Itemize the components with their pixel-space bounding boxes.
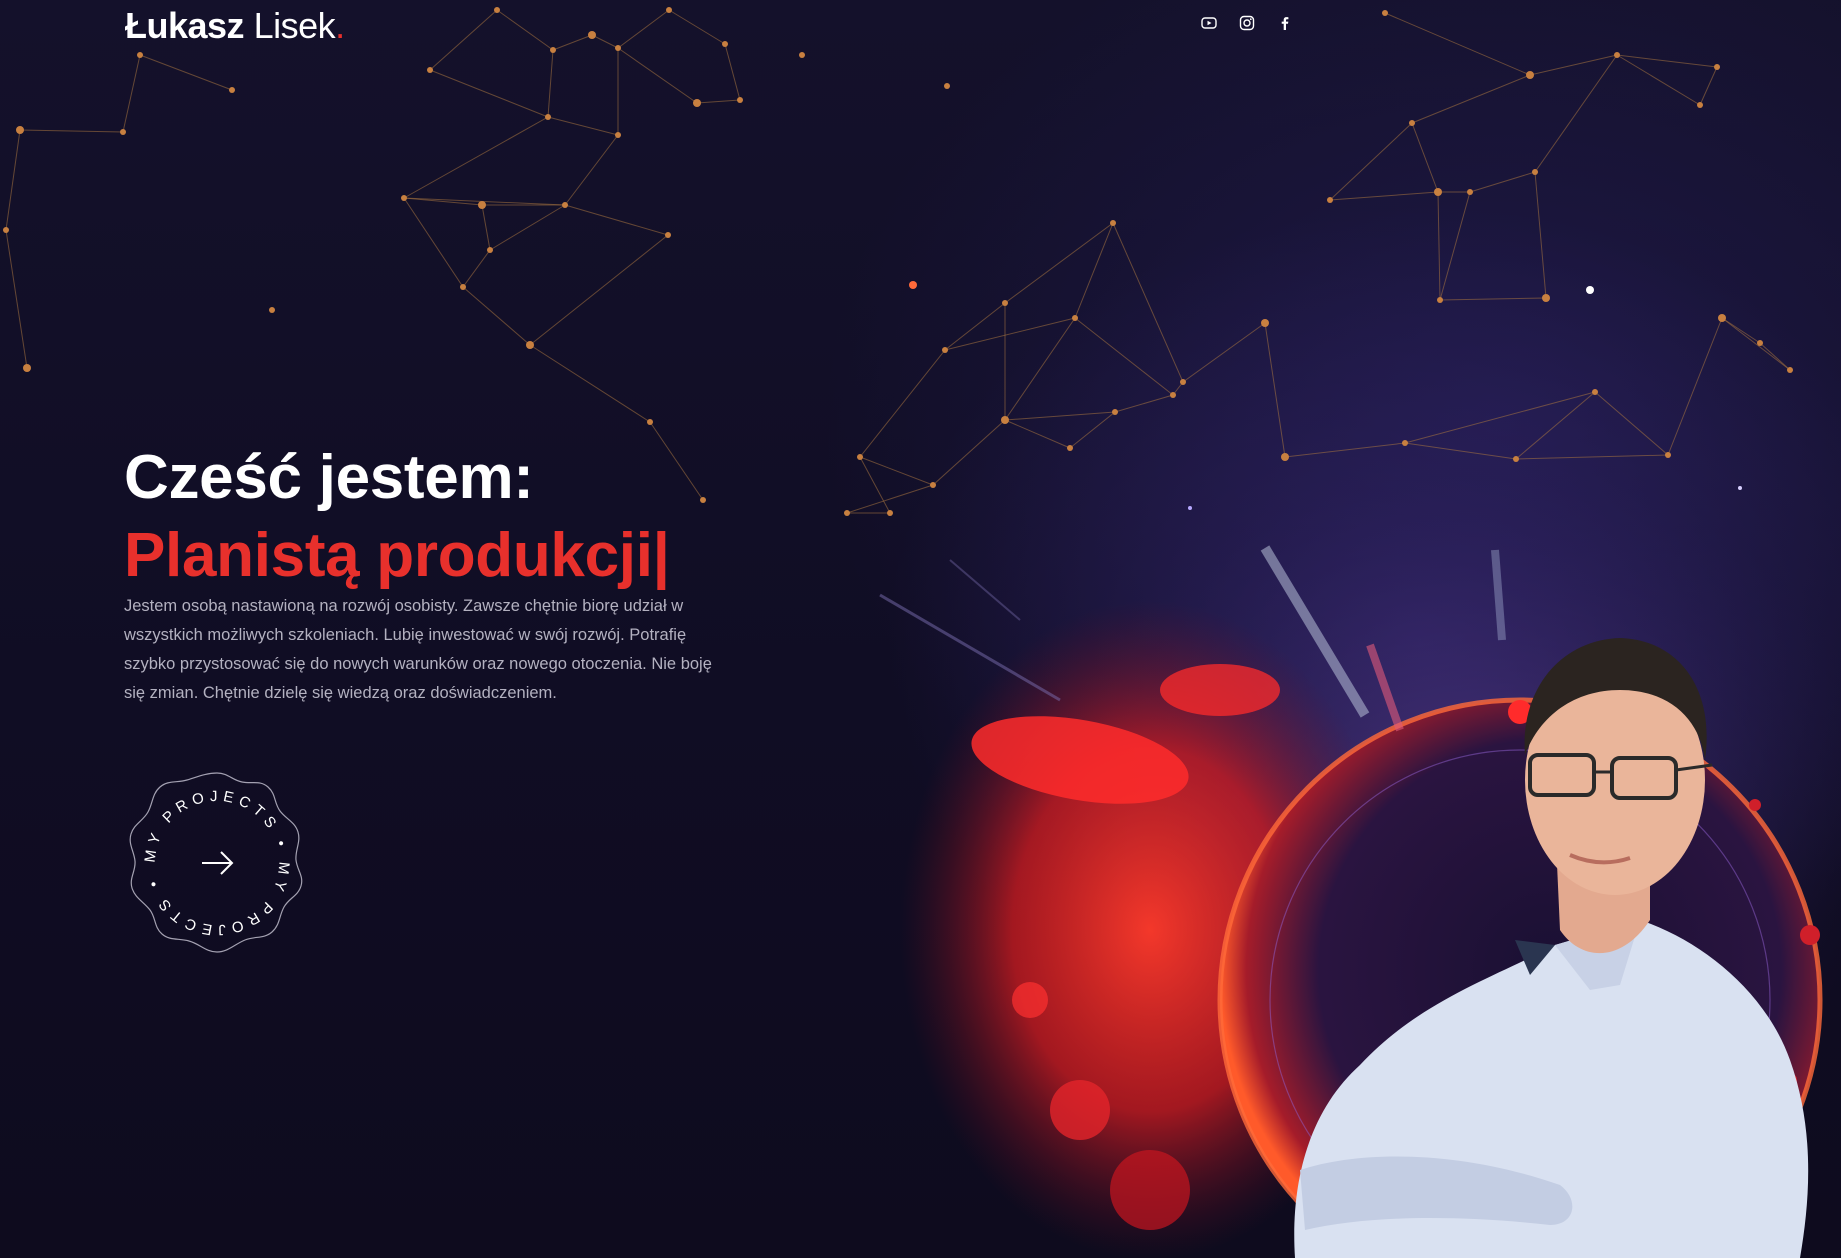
hero-description: Jestem osobą nastawioną na rozwój osobis…: [124, 597, 712, 702]
youtube-icon[interactable]: [1200, 14, 1218, 32]
instagram-icon[interactable]: [1238, 14, 1256, 32]
logo-first-name: Łukasz: [125, 5, 245, 46]
site-logo[interactable]: Łukasz Lisek.: [125, 6, 345, 46]
logo-last-name: Lisek: [253, 5, 336, 46]
arrow-right-icon: [202, 851, 234, 875]
logo-dot: .: [335, 5, 345, 46]
hero-role: Planistą produkcji|: [124, 521, 670, 590]
my-projects-button[interactable]: MY PROJECTS • MY PROJECTS •: [124, 770, 310, 956]
hero-greeting: Cześć jestem:: [124, 443, 534, 512]
social-links: [1200, 14, 1294, 32]
facebook-icon[interactable]: [1276, 14, 1294, 32]
